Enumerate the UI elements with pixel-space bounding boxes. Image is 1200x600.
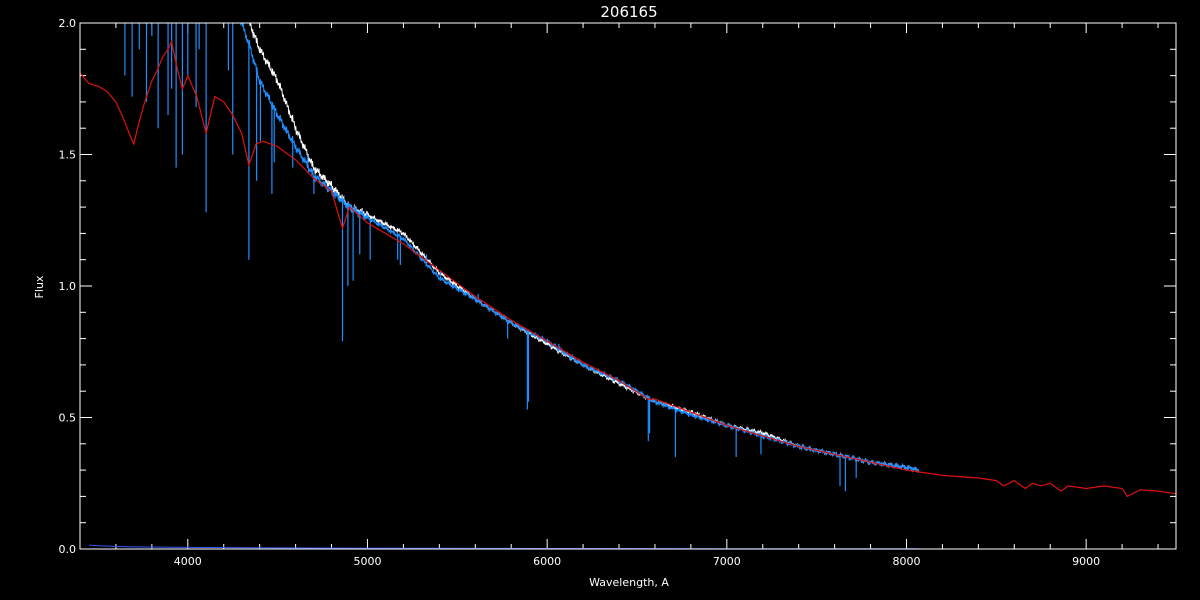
x-tick-label: 9000 bbox=[1072, 555, 1100, 568]
y-tick-label: 1.0 bbox=[59, 280, 77, 293]
x-tick-label: 4000 bbox=[174, 555, 202, 568]
y-tick-label: 0.0 bbox=[59, 543, 77, 556]
y-tick-label: 0.5 bbox=[59, 412, 77, 425]
series-line bbox=[88, 544, 920, 549]
spectrum-chart: 206165 Flux Wavelength, A 4000 5000 6000 70… bbox=[33, 3, 1177, 589]
series-line bbox=[240, 23, 920, 473]
x-tick-label: 5000 bbox=[353, 555, 381, 568]
y-axis-label: Flux bbox=[33, 275, 46, 298]
x-tick-label: 6000 bbox=[533, 555, 561, 568]
axis-tick-labels: 4000 5000 6000 7000 8000 9000 0.0 0.5 1.0 1.5 2.0 bbox=[59, 17, 1101, 568]
plot-frame bbox=[79, 22, 1177, 550]
x-axis-label: Wavelength, A bbox=[589, 576, 669, 589]
x-tick-label: 7000 bbox=[713, 555, 741, 568]
y-tick-label: 2.0 bbox=[59, 17, 77, 30]
chart-title: 206165 bbox=[600, 3, 657, 21]
y-tick-label: 1.5 bbox=[59, 149, 77, 162]
axis-ticks bbox=[79, 22, 1176, 550]
series-group bbox=[80, 23, 1176, 549]
x-tick-label: 8000 bbox=[892, 555, 920, 568]
series-line bbox=[247, 23, 920, 473]
series-line bbox=[80, 39, 1176, 498]
